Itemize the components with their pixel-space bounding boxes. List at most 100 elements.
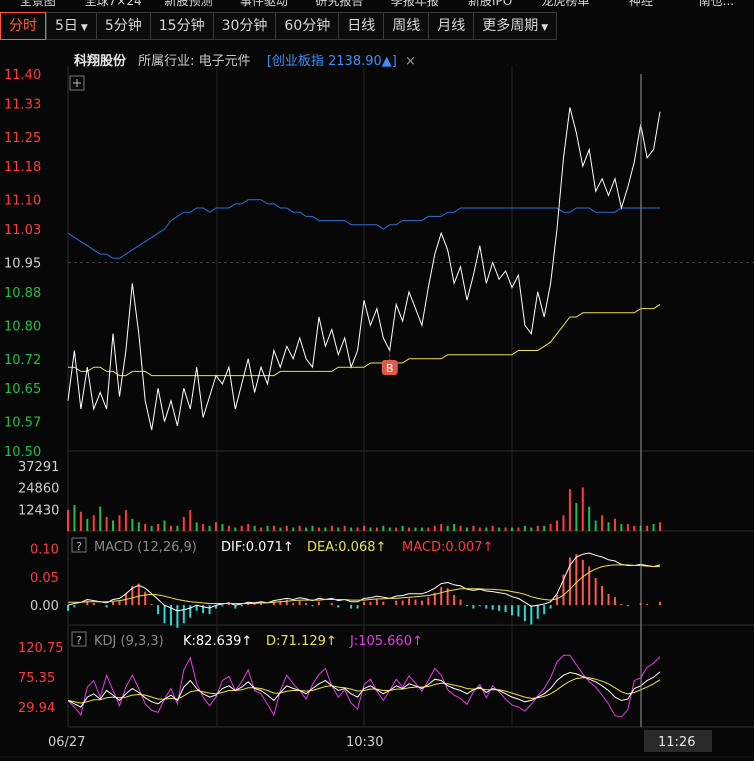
- volume-bar: [588, 506, 591, 531]
- volume-bar: [556, 520, 559, 531]
- price-tick-label: 11.18: [4, 160, 41, 175]
- macd-title: MACD (12,26,9): [94, 540, 197, 555]
- volume-bar: [472, 525, 475, 531]
- kdj-k-value: K:82.639↑: [183, 634, 252, 649]
- price-tick-label: 10.50: [4, 445, 41, 460]
- kdj-tick-label: 120.75: [18, 641, 64, 656]
- volume-bar: [549, 524, 552, 531]
- volume-bar: [420, 527, 423, 531]
- volume-bar: [317, 527, 320, 531]
- volume-bar: [215, 522, 217, 531]
- volume-bar: [67, 510, 69, 531]
- volume-bar: [414, 527, 417, 531]
- kdj-j-value: J:105.660↑: [349, 634, 423, 649]
- kdj-title: KDJ (9,3,3): [94, 634, 164, 649]
- price-tick-label: 11.10: [4, 194, 41, 209]
- volume-bar: [363, 525, 365, 531]
- volume-bar: [607, 522, 610, 531]
- volume-bar: [247, 524, 250, 531]
- volume-bar: [562, 515, 565, 531]
- kdj-tick-label: 75.35: [18, 671, 55, 686]
- volume-bar: [601, 515, 604, 531]
- price-tick-label: 10.80: [4, 319, 41, 334]
- volume-bar: [157, 524, 160, 531]
- volume-bar: [137, 522, 140, 531]
- price-tick-label: 10.95: [4, 257, 41, 272]
- price-tick-label: 10.65: [4, 382, 41, 397]
- volume-bar: [633, 525, 636, 531]
- volume-bar: [652, 524, 655, 531]
- volume-tick-label: 12430: [18, 503, 59, 518]
- volume-bar: [350, 527, 353, 531]
- volume-bar: [575, 503, 578, 531]
- volume-bar: [478, 527, 481, 531]
- volume-bar: [375, 527, 378, 531]
- volume-bar: [195, 522, 198, 531]
- volume-bar: [401, 525, 404, 531]
- volume-bar: [594, 520, 597, 531]
- volume-bar: [324, 527, 327, 531]
- volume-bar: [73, 504, 76, 531]
- volume-tick-label: 24860: [18, 482, 59, 497]
- volume-bar: [189, 510, 192, 531]
- volume-bar: [485, 527, 488, 531]
- kdj-d-value: D:71.129↑: [266, 634, 337, 649]
- volume-bar: [408, 527, 411, 531]
- volume-bar: [356, 527, 359, 531]
- chart-canvas[interactable]: 11.40 11.33 11.25 11.18 11.10 11.03 10.95 10.88…: [0, 0, 754, 761]
- price-tick-label: 10.88: [4, 286, 41, 301]
- volume-bar: [285, 525, 288, 531]
- volume-bar: [240, 525, 243, 531]
- volume-bar: [613, 518, 616, 531]
- volume-bar: [105, 517, 108, 531]
- volume-bar: [221, 524, 224, 531]
- help-glyph: ?: [76, 634, 82, 647]
- volume-bar: [581, 487, 584, 531]
- price-tick-label: 11.25: [4, 131, 41, 146]
- volume-bar: [79, 511, 82, 531]
- volume-bar: [305, 527, 308, 531]
- volume-bar: [144, 524, 147, 531]
- volume-bar: [272, 525, 275, 531]
- volume-bar: [163, 520, 166, 531]
- buy-marker-label: B: [386, 362, 394, 375]
- volume-bar: [330, 525, 333, 531]
- volume-bar: [112, 520, 115, 531]
- kdj-tick-label: 29.94: [18, 701, 55, 716]
- cursor-time-label: 11:26: [658, 735, 695, 750]
- volume-bar: [176, 525, 179, 531]
- volume-bar: [459, 525, 462, 531]
- volume-bar: [498, 527, 501, 531]
- volume-bar: [511, 527, 513, 531]
- volume-bar: [382, 525, 385, 531]
- volume-bar: [253, 525, 256, 531]
- volume-bar: [260, 527, 263, 531]
- macd-dea-value: DEA:0.068↑: [307, 540, 386, 555]
- volume-bar: [118, 515, 121, 531]
- volume-bar: [646, 525, 649, 531]
- volume-bar: [292, 527, 295, 531]
- price-tick-label: 11.03: [4, 223, 41, 238]
- volume-bar: [440, 524, 443, 531]
- volume-bar: [182, 517, 185, 531]
- price-tick-label: 10.57: [4, 416, 41, 431]
- volume-bar: [568, 489, 571, 531]
- volume-bar: [337, 527, 340, 531]
- volume-bar: [433, 525, 436, 531]
- plus-glyph: [73, 79, 81, 87]
- volume-bar: [150, 525, 153, 531]
- volume-bar: [131, 518, 134, 531]
- macd-value: MACD:0.007↑: [402, 540, 493, 555]
- volume-bar: [388, 527, 391, 531]
- volume-tick-label: 37291: [18, 460, 59, 475]
- volume-bar: [266, 525, 269, 531]
- volume-bar: [427, 527, 430, 531]
- volume-bar: [227, 525, 230, 531]
- help-glyph: ?: [76, 540, 82, 553]
- macd-tick-label: 0.10: [30, 543, 59, 558]
- macd-tick-label: 0.05: [30, 571, 59, 586]
- volume-bar: [99, 506, 102, 531]
- time-mid-label: 10:30: [346, 735, 383, 750]
- volume-bar: [523, 525, 526, 531]
- time-start-label: 06/27: [48, 735, 85, 750]
